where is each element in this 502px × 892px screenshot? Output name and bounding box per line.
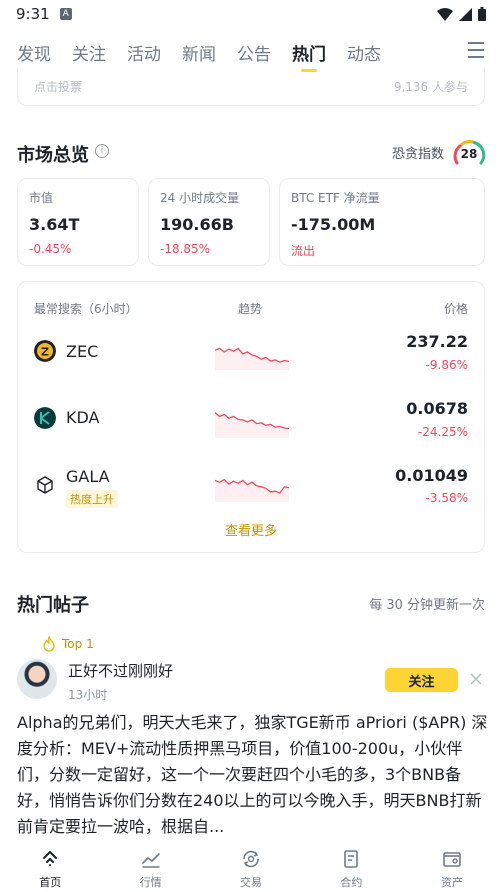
battery-icon (478, 7, 486, 21)
author-name[interactable]: 正好不过刚刚好 (68, 660, 173, 681)
fear-greed-value: 28 (460, 147, 478, 161)
zec-icon (34, 340, 56, 362)
most-searched-card: 最常搜索（6小时） 趋势 价格 ZEC 237.22 -9.86% KDA 0.… (17, 281, 485, 553)
info-icon[interactable]: i (95, 144, 109, 158)
coin-price: 0.01049 (395, 466, 468, 485)
trending-up-badge: 热度上升 (66, 490, 118, 508)
col-trend-header: 趋势 (238, 302, 263, 316)
coin-row-kda[interactable]: KDA 0.0678 -24.25% (18, 388, 484, 448)
menu-icon[interactable] (468, 42, 484, 58)
home-icon (43, 851, 58, 866)
top-rank-badge: Top 1 (42, 636, 94, 652)
gala-icon (34, 474, 56, 496)
tab-discover[interactable]: 发现 (17, 32, 51, 72)
stat-card-market-cap[interactable]: 市值 3.64T -0.45% (17, 178, 139, 266)
trade-icon (243, 850, 259, 868)
nav-label: 行情 (139, 876, 162, 889)
col-name-header: 最常搜索（6小时） (34, 302, 138, 316)
stat-value: 3.64T (29, 215, 80, 234)
update-frequency-note: 每 30 分钟更新一次 (369, 598, 485, 613)
top-rank-label: Top 1 (62, 637, 94, 651)
nav-assets[interactable]: 资产 (402, 842, 502, 892)
tab-announcements[interactable]: 公告 (237, 32, 271, 72)
stat-label: 24 小时成交量 (160, 191, 240, 205)
stat-card-24h-volume[interactable]: 24 小时成交量 190.66B -18.85% (148, 178, 270, 266)
coin-row-gala[interactable]: GALA 热度上升 0.01049 -3.58% (18, 454, 484, 514)
stat-change: 流出 (291, 244, 316, 258)
fear-greed-label[interactable]: 恐贪指数 (392, 143, 444, 162)
wallet-icon (443, 852, 461, 867)
stat-card-btc-etf-flow[interactable]: BTC ETF 净流量 -175.00M 流出 (279, 178, 485, 266)
nav-label: 首页 (39, 876, 62, 889)
kda-icon (34, 407, 56, 429)
stat-value: 190.66B (160, 215, 234, 234)
nav-label: 交易 (240, 876, 263, 889)
tab-campaigns[interactable]: 活动 (127, 32, 161, 72)
hot-posts-title: 热门帖子 (17, 595, 89, 616)
coin-row-zec[interactable]: ZEC 237.22 -9.86% (18, 322, 484, 382)
status-bar: 9:31 A (0, 0, 502, 28)
stat-value: -175.00M (291, 215, 376, 234)
status-time: 9:31 (16, 5, 50, 23)
market-overview-title: 市场总览 (17, 145, 89, 166)
status-icons (437, 7, 486, 21)
stat-label: 市值 (29, 191, 54, 205)
bottom-nav: 首页 行情 交易 合约 资产 (0, 842, 502, 892)
stat-label: BTC ETF 净流量 (291, 191, 380, 205)
coin-symbol: KDA (66, 408, 100, 427)
sparkline-kda (215, 412, 289, 438)
nav-label: 资产 (440, 876, 463, 889)
signal-icon (459, 7, 472, 21)
coin-symbol: GALA (66, 467, 110, 486)
sparkline-gala (215, 478, 289, 502)
coin-change: -24.25% (417, 425, 468, 439)
sparkline-area (215, 479, 289, 502)
col-price-header: 价格 (443, 302, 468, 316)
flame-icon (43, 636, 55, 652)
tab-hot[interactable]: 热门 (292, 32, 326, 72)
sparkline-zec (215, 347, 289, 370)
stat-change: -0.45% (29, 242, 72, 256)
coin-symbol: ZEC (66, 342, 99, 361)
close-icon[interactable] (469, 672, 483, 686)
sparkline-area (215, 348, 289, 370)
futures-icon (344, 850, 359, 868)
coin-price: 237.22 (406, 332, 468, 351)
coin-price: 0.0678 (406, 399, 468, 418)
coin-change: -9.86% (425, 358, 468, 372)
markets-icon (141, 853, 160, 868)
nav-label: 合约 (340, 876, 363, 889)
nav-trade[interactable]: 交易 (201, 842, 301, 892)
wifi-icon (437, 7, 453, 21)
vote-link[interactable]: 点击投票 (34, 78, 82, 95)
nav-futures[interactable]: 合约 (301, 842, 401, 892)
nav-markets[interactable]: 行情 (100, 842, 200, 892)
see-more-link[interactable]: 查看更多 (18, 520, 484, 539)
coin-change: -3.58% (425, 491, 468, 505)
tab-following[interactable]: 关注 (72, 32, 106, 72)
stat-change: -18.85% (160, 242, 211, 256)
follow-button[interactable]: 关注 (385, 668, 458, 692)
nav-home[interactable]: 首页 (0, 842, 100, 892)
author-avatar[interactable] (17, 659, 57, 699)
post-content[interactable]: Alpha的兄弟们，明天大毛来了，独家TGE新币 aPriori ($APR) … (17, 710, 489, 840)
vote-participants: 9,136 人参与 (393, 80, 468, 94)
tab-feed[interactable]: 动态 (347, 32, 381, 72)
vote-card[interactable]: 点击投票 9,136 人参与 (17, 68, 485, 106)
post-time: 13小时 (68, 688, 108, 702)
notification-icon: A (59, 8, 72, 20)
tab-news[interactable]: 新闻 (182, 32, 216, 72)
